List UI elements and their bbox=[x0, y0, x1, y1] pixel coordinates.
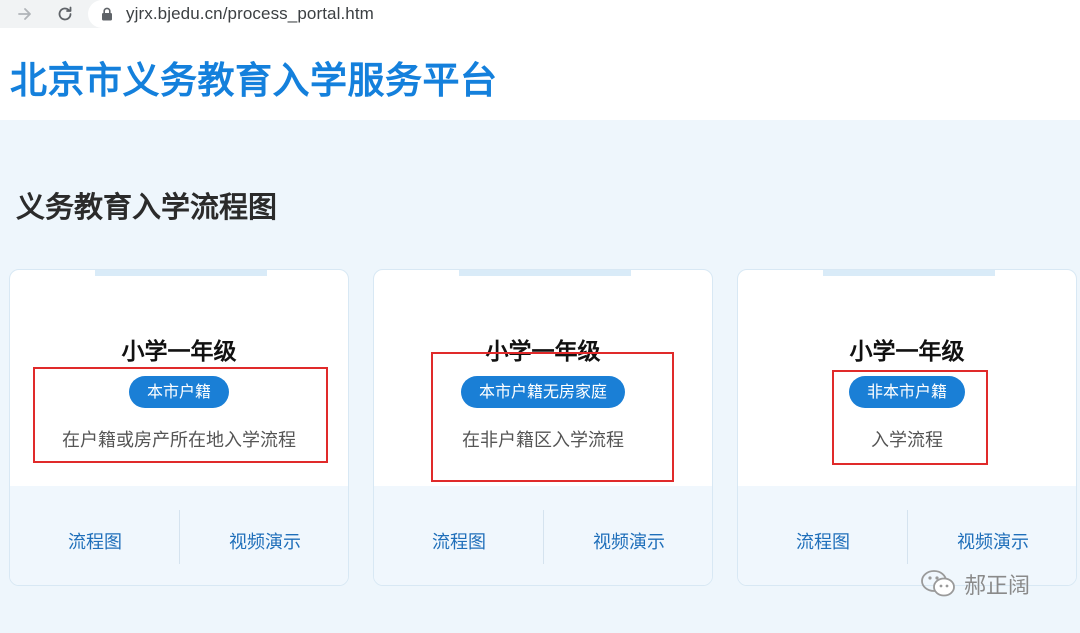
card-local-hukou: 小学一年级 本市户籍 在户籍或房产所在地入学流程 流程图 视频演示 bbox=[9, 269, 349, 586]
site-header: 北京市义务教育入学服务平台 bbox=[0, 28, 1080, 120]
video-demo-link[interactable]: 视频演示 bbox=[544, 528, 712, 554]
address-bar[interactable]: yjrx.bjedu.cn/process_portal.htm bbox=[88, 0, 1080, 28]
reload-icon[interactable] bbox=[54, 3, 76, 25]
card-tab-decoration bbox=[95, 270, 267, 276]
card-description: 在户籍或房产所在地入学流程 bbox=[62, 430, 296, 451]
card-nonlocal-hukou: 小学一年级 非本市户籍 入学流程 流程图 视频演示 bbox=[737, 269, 1077, 586]
card-description: 在非户籍区入学流程 bbox=[462, 430, 624, 451]
arrow-right-icon[interactable] bbox=[14, 3, 36, 25]
card-footer: 流程图 视频演示 bbox=[374, 486, 712, 585]
card-tab-decoration bbox=[823, 270, 995, 276]
wechat-icon bbox=[920, 568, 956, 600]
page-title: 义务教育入学流程图 bbox=[16, 190, 278, 224]
card-title: 小学一年级 bbox=[849, 339, 965, 365]
video-demo-link[interactable]: 视频演示 bbox=[908, 528, 1076, 554]
status-badge: 非本市户籍 bbox=[848, 376, 966, 408]
card-title: 小学一年级 bbox=[121, 339, 237, 365]
card-title: 小学一年级 bbox=[485, 339, 601, 365]
watermark: 郝正阔 bbox=[920, 568, 1030, 600]
site-title[interactable]: 北京市义务教育入学服务平台 bbox=[10, 50, 498, 104]
card-tab-decoration bbox=[459, 270, 631, 276]
status-badge: 本市户籍无房家庭 bbox=[460, 376, 626, 408]
card-local-hukou-no-house: 小学一年级 本市户籍无房家庭 在非户籍区入学流程 流程图 视频演示 bbox=[373, 269, 713, 586]
url-text[interactable]: yjrx.bjedu.cn/process_portal.htm bbox=[126, 4, 374, 24]
flowchart-link[interactable]: 流程图 bbox=[10, 528, 180, 554]
lock-icon[interactable] bbox=[100, 7, 114, 21]
watermark-text: 郝正阔 bbox=[964, 574, 1031, 599]
status-badge: 本市户籍 bbox=[128, 376, 230, 408]
browser-toolbar: yjrx.bjedu.cn/process_portal.htm bbox=[0, 0, 1080, 28]
card-footer: 流程图 视频演示 bbox=[10, 486, 348, 585]
card-description: 入学流程 bbox=[871, 430, 943, 451]
flowchart-link[interactable]: 流程图 bbox=[374, 528, 544, 554]
flowchart-link[interactable]: 流程图 bbox=[738, 528, 908, 554]
video-demo-link[interactable]: 视频演示 bbox=[180, 528, 348, 554]
